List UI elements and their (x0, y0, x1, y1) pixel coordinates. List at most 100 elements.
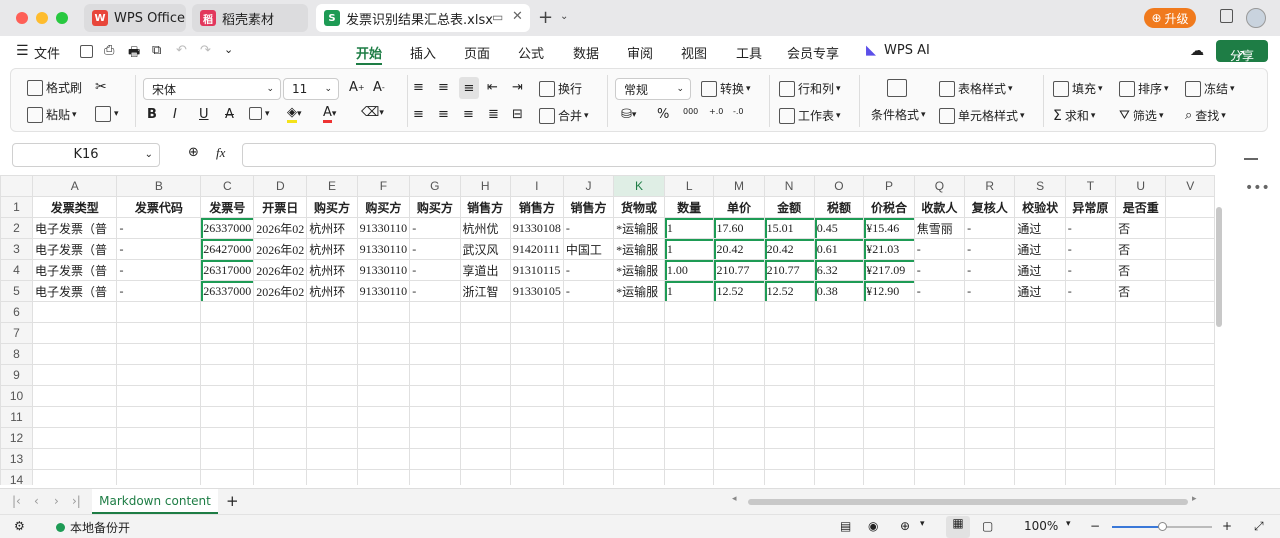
cell-u13[interactable] (1115, 448, 1167, 470)
fullscreen-icon[interactable]: ⤢ (1254, 519, 1264, 534)
cell-h11[interactable] (459, 406, 511, 428)
cell-j8[interactable] (562, 343, 615, 365)
cell-n10[interactable] (763, 385, 815, 407)
column-header-q[interactable]: Q (913, 175, 966, 197)
cell-f3[interactable]: 91330110 (356, 238, 411, 260)
window-mode-icon[interactable] (1220, 9, 1233, 23)
cell-f5[interactable]: 91330110 (356, 280, 411, 302)
cell-s12[interactable] (1014, 427, 1066, 449)
cell-t11[interactable] (1064, 406, 1117, 428)
cell-n1[interactable]: 金额 (763, 196, 815, 218)
cell-h14[interactable] (459, 469, 511, 485)
cell-k11[interactable] (613, 406, 665, 428)
chevron-down-icon[interactable]: ▾ (1066, 519, 1071, 529)
cell-g8[interactable] (409, 343, 461, 365)
cell-s9[interactable] (1014, 364, 1066, 386)
cell-h13[interactable] (459, 448, 511, 470)
cell-i1[interactable]: 销售方 (509, 196, 564, 218)
cell-g9[interactable] (409, 364, 461, 386)
cell-r8[interactable] (964, 343, 1016, 365)
thousands-icon[interactable]: 000 (683, 107, 698, 116)
sum-button[interactable]: Σ 求和 ▾ (1053, 107, 1095, 124)
cell-b14[interactable] (116, 469, 202, 485)
freeze-button[interactable]: 冻结 ▾ (1185, 80, 1235, 97)
cell-v13[interactable] (1165, 448, 1215, 470)
cell-h3[interactable]: 武汉风 (459, 238, 511, 260)
cell-l7[interactable] (663, 322, 715, 344)
zoom-out-button[interactable]: − (1090, 519, 1100, 533)
cell-a12[interactable] (32, 427, 118, 449)
worksheet-button[interactable]: 工作表 ▾ (779, 107, 841, 124)
normal-view-icon[interactable]: ▦ (946, 516, 970, 538)
cell-t12[interactable] (1064, 427, 1117, 449)
cell-i9[interactable] (509, 364, 564, 386)
cell-f7[interactable] (356, 322, 411, 344)
cell-v8[interactable] (1165, 343, 1215, 365)
cell-p9[interactable] (863, 364, 915, 386)
add-sheet-button[interactable]: + (226, 492, 239, 510)
increase-font-button[interactable]: A + (349, 80, 365, 95)
cell-v10[interactable] (1165, 385, 1215, 407)
cell-f11[interactable] (356, 406, 411, 428)
cell-c6[interactable] (200, 301, 255, 323)
cell-a10[interactable] (32, 385, 118, 407)
font-size-select[interactable]: 11 ⌄ (283, 78, 339, 100)
wrap-text-button[interactable]: 换行 (539, 80, 582, 97)
cell-p7[interactable] (863, 322, 915, 344)
decrease-font-button[interactable]: A- (373, 80, 385, 95)
cell-c14[interactable] (200, 469, 255, 485)
upgrade-button[interactable]: ⊕ 升级 (1144, 8, 1196, 28)
cell-m9[interactable] (713, 364, 765, 386)
column-header-g[interactable]: G (409, 175, 461, 197)
cell-m11[interactable] (713, 406, 765, 428)
cell-i8[interactable] (509, 343, 564, 365)
cell-k9[interactable] (613, 364, 665, 386)
cell-c10[interactable] (200, 385, 255, 407)
cell-c5[interactable]: 26337000 (200, 280, 255, 302)
cell-t10[interactable] (1064, 385, 1117, 407)
column-header-b[interactable]: B (116, 175, 202, 197)
cell-c7[interactable] (200, 322, 255, 344)
print-preview-icon[interactable]: ⧉ (152, 43, 161, 58)
cell-a3[interactable]: 电子发票（普 (32, 238, 118, 260)
cell-l11[interactable] (663, 406, 715, 428)
cell-r13[interactable] (964, 448, 1016, 470)
cell-u1[interactable]: 是否重 (1115, 196, 1167, 218)
cell-u4[interactable]: 否 (1115, 259, 1167, 281)
cell-h8[interactable] (459, 343, 511, 365)
tab-member[interactable]: 会员专享 (787, 43, 839, 62)
cell-t14[interactable] (1064, 469, 1117, 485)
cell-a8[interactable] (32, 343, 118, 365)
indent-increase-icon[interactable]: ⇥ (512, 80, 523, 95)
cell-l1[interactable]: 数量 (663, 196, 715, 218)
cell-b5[interactable]: - (116, 280, 202, 302)
cell-f6[interactable] (356, 301, 411, 323)
cell-u10[interactable] (1115, 385, 1167, 407)
cell-j6[interactable] (562, 301, 615, 323)
sort-button[interactable]: 排序 ▾ (1119, 80, 1169, 97)
cell-f9[interactable] (356, 364, 411, 386)
cell-e11[interactable] (306, 406, 358, 428)
cell-t7[interactable] (1064, 322, 1117, 344)
cell-a4[interactable]: 电子发票（普 (32, 259, 118, 281)
cell-o13[interactable] (813, 448, 865, 470)
cell-o11[interactable] (813, 406, 865, 428)
cell-e2[interactable]: 杭州环 (306, 217, 358, 239)
cell-k14[interactable] (613, 469, 665, 485)
cell-v2[interactable] (1165, 217, 1215, 239)
cell-m3[interactable]: 20.42 (713, 238, 765, 260)
cell-f12[interactable] (356, 427, 411, 449)
redo-icon[interactable]: ↷ (200, 43, 211, 58)
cell-g1[interactable]: 购买方 (409, 196, 461, 218)
cell-o2[interactable]: 0.45 (813, 217, 865, 239)
cell-k6[interactable] (613, 301, 665, 323)
cell-u6[interactable] (1115, 301, 1167, 323)
share-button[interactable]: ↗ 分享 (1216, 40, 1268, 63)
cell-r1[interactable]: 复核人 (964, 196, 1016, 218)
macro-icon[interactable]: ⚙ (14, 519, 25, 533)
cell-n9[interactable] (763, 364, 815, 386)
cell-k8[interactable] (613, 343, 665, 365)
cell-n3[interactable]: 20.42 (763, 238, 815, 260)
cell-h1[interactable]: 销售方 (459, 196, 511, 218)
cell-m6[interactable] (713, 301, 765, 323)
